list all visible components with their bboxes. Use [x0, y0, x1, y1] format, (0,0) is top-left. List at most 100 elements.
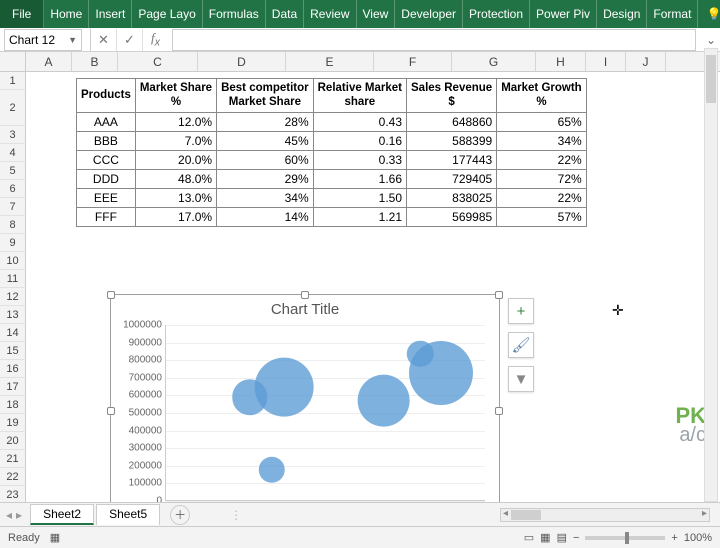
- select-all-corner[interactable]: [0, 52, 26, 71]
- table-cell[interactable]: 1.50: [313, 189, 406, 208]
- resize-handle[interactable]: [495, 291, 503, 299]
- table-cell[interactable]: 22%: [497, 151, 587, 170]
- column-header-I[interactable]: I: [586, 52, 626, 71]
- row-header-22[interactable]: 22: [0, 468, 26, 486]
- table-header[interactable]: Market Growth%: [497, 79, 587, 113]
- row-header-10[interactable]: 10: [0, 252, 26, 270]
- table-row[interactable]: BBB7.0%45%0.1658839934%: [77, 132, 587, 151]
- ribbon-tab-protection[interactable]: Protection: [463, 0, 530, 28]
- table-header[interactable]: Products: [77, 79, 136, 113]
- table-header[interactable]: Sales Revenue$: [407, 79, 497, 113]
- table-header[interactable]: Relative Marketshare: [313, 79, 406, 113]
- row-header-13[interactable]: 13: [0, 306, 26, 324]
- table-cell[interactable]: 1.66: [313, 170, 406, 189]
- table-cell[interactable]: 569985: [407, 208, 497, 227]
- column-header-C[interactable]: C: [118, 52, 198, 71]
- chart-plot-area[interactable]: 0100000200000300000400000500000600000700…: [165, 325, 485, 501]
- table-cell[interactable]: 1.21: [313, 208, 406, 227]
- row-header-18[interactable]: 18: [0, 396, 26, 414]
- ribbon-tab-power-piv[interactable]: Power Piv: [530, 0, 597, 28]
- add-sheet-button[interactable]: ＋: [170, 505, 190, 525]
- table-cell[interactable]: 45%: [217, 132, 314, 151]
- table-cell[interactable]: 13.0%: [135, 189, 216, 208]
- bubble-EEE[interactable]: [407, 340, 434, 367]
- view-normal-icon[interactable]: ▭: [524, 531, 534, 544]
- table-cell[interactable]: DDD: [77, 170, 136, 189]
- sheet-nav-buttons[interactable]: ◂▸: [0, 508, 28, 522]
- sheet-tab-sheet5[interactable]: Sheet5: [96, 504, 160, 525]
- bubble-chart[interactable]: Chart Title 0100000200000300000400000500…: [110, 294, 500, 528]
- table-cell[interactable]: 29%: [217, 170, 314, 189]
- row-header-14[interactable]: 14: [0, 324, 26, 342]
- accept-formula-button[interactable]: ✓: [116, 29, 142, 51]
- ribbon-tab-page-layo[interactable]: Page Layo: [132, 0, 202, 28]
- bubble-BBB[interactable]: [232, 380, 268, 416]
- row-header-20[interactable]: 20: [0, 432, 26, 450]
- row-header-6[interactable]: 6: [0, 180, 26, 198]
- table-cell[interactable]: 22%: [497, 189, 587, 208]
- table-cell[interactable]: AAA: [77, 113, 136, 132]
- table-cell[interactable]: 28%: [217, 113, 314, 132]
- resize-handle[interactable]: [495, 407, 503, 415]
- table-cell[interactable]: 838025: [407, 189, 497, 208]
- table-header[interactable]: Market Share%: [135, 79, 216, 113]
- table-cell[interactable]: 0.33: [313, 151, 406, 170]
- row-header-4[interactable]: 4: [0, 144, 26, 162]
- chart-styles-button[interactable]: 🖌: [508, 332, 534, 358]
- ribbon-tab-review[interactable]: Review: [304, 0, 356, 28]
- row-header-12[interactable]: 12: [0, 288, 26, 306]
- table-cell[interactable]: BBB: [77, 132, 136, 151]
- tell-me[interactable]: 💡 Tell me: [698, 0, 720, 28]
- cancel-formula-button[interactable]: ✕: [90, 29, 116, 51]
- column-header-A[interactable]: A: [26, 52, 72, 71]
- table-cell[interactable]: 20.0%: [135, 151, 216, 170]
- table-cell[interactable]: 34%: [217, 189, 314, 208]
- row-header-3[interactable]: 3: [0, 126, 26, 144]
- ribbon-tab-developer[interactable]: Developer: [395, 0, 463, 28]
- table-cell[interactable]: CCC: [77, 151, 136, 170]
- bubble-FFF[interactable]: [357, 374, 410, 427]
- chart-filters-button[interactable]: ▼: [508, 366, 534, 392]
- table-cell[interactable]: 7.0%: [135, 132, 216, 151]
- resize-handle[interactable]: [301, 291, 309, 299]
- zoom-level[interactable]: 100%: [684, 532, 712, 544]
- products-table[interactable]: ProductsMarket Share%Best competitorMark…: [76, 78, 587, 227]
- zoom-slider[interactable]: [585, 536, 665, 540]
- table-cell[interactable]: 12.0%: [135, 113, 216, 132]
- view-page-icon[interactable]: ▦: [540, 531, 550, 544]
- table-row[interactable]: AAA12.0%28%0.4364886065%: [77, 113, 587, 132]
- ribbon-tab-design[interactable]: Design: [597, 0, 647, 28]
- table-cell[interactable]: 648860: [407, 113, 497, 132]
- table-row[interactable]: EEE13.0%34%1.5083802522%: [77, 189, 587, 208]
- column-header-E[interactable]: E: [286, 52, 374, 71]
- formula-expand-button[interactable]: ⌄: [702, 33, 720, 47]
- horizontal-scrollbar[interactable]: ◂ ▸: [500, 508, 710, 522]
- view-break-icon[interactable]: ▤: [557, 531, 567, 544]
- formula-input[interactable]: [172, 29, 696, 51]
- row-header-19[interactable]: 19: [0, 414, 26, 432]
- bubble-CCC[interactable]: [258, 457, 285, 484]
- chart-title[interactable]: Chart Title: [111, 301, 499, 318]
- table-row[interactable]: DDD48.0%29%1.6672940572%: [77, 170, 587, 189]
- table-row[interactable]: CCC20.0%60%0.3317744322%: [77, 151, 587, 170]
- table-cell[interactable]: 588399: [407, 132, 497, 151]
- table-cell[interactable]: 177443: [407, 151, 497, 170]
- zoom-in-button[interactable]: +: [671, 532, 677, 544]
- ribbon-tab-insert[interactable]: Insert: [89, 0, 132, 28]
- table-cell[interactable]: 48.0%: [135, 170, 216, 189]
- table-cell[interactable]: EEE: [77, 189, 136, 208]
- table-cell[interactable]: 57%: [497, 208, 587, 227]
- resize-handle[interactable]: [107, 291, 115, 299]
- table-row[interactable]: FFF17.0%14%1.2156998557%: [77, 208, 587, 227]
- row-header-1[interactable]: 1: [0, 72, 26, 90]
- row-header-2[interactable]: 2: [0, 90, 26, 126]
- table-cell[interactable]: 729405: [407, 170, 497, 189]
- column-header-D[interactable]: D: [198, 52, 286, 71]
- row-header-21[interactable]: 21: [0, 450, 26, 468]
- scrollbar-thumb[interactable]: [706, 55, 716, 103]
- row-header-7[interactable]: 7: [0, 198, 26, 216]
- table-header[interactable]: Best competitorMarket Share: [217, 79, 314, 113]
- table-cell[interactable]: 60%: [217, 151, 314, 170]
- zoom-out-button[interactable]: −: [573, 532, 579, 544]
- name-box[interactable]: Chart 12 ▼: [4, 29, 82, 51]
